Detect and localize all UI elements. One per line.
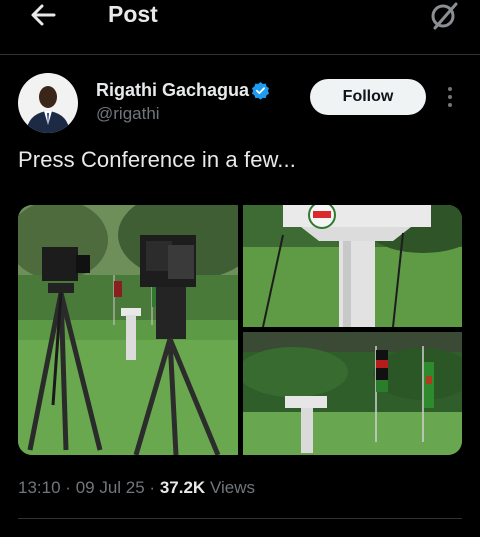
meta-separator: · xyxy=(149,478,156,497)
meta-divider xyxy=(18,518,462,519)
follow-button[interactable]: Follow xyxy=(310,79,426,115)
post-time: 13:10 xyxy=(18,478,61,497)
arrow-left-icon[interactable] xyxy=(28,0,58,30)
meta-separator: · xyxy=(65,478,71,497)
page-title: Post xyxy=(108,1,158,27)
top-bar: Post xyxy=(0,0,480,54)
post-meta: 13:10 · 09 Jul 25 · 37.2K Views xyxy=(18,478,255,498)
post-date: 09 Jul 25 xyxy=(75,478,145,497)
views-count[interactable]: 37.2K xyxy=(160,478,205,497)
avatar[interactable] xyxy=(18,73,78,133)
post-text: Press Conference in a few... xyxy=(18,147,296,172)
verified-badge-icon xyxy=(251,81,270,100)
author-display-name[interactable]: Rigathi Gachagua xyxy=(96,80,249,101)
post-image-podium-flags[interactable] xyxy=(243,332,462,455)
author-handle[interactable]: @rigathi xyxy=(96,104,160,124)
more-vertical-icon[interactable] xyxy=(446,86,454,108)
header-divider xyxy=(0,54,480,55)
post-image-cameras[interactable] xyxy=(18,205,238,455)
grok-icon[interactable] xyxy=(428,0,460,32)
post-image-podium-closeup[interactable] xyxy=(243,205,462,327)
views-label: Views xyxy=(209,478,255,497)
